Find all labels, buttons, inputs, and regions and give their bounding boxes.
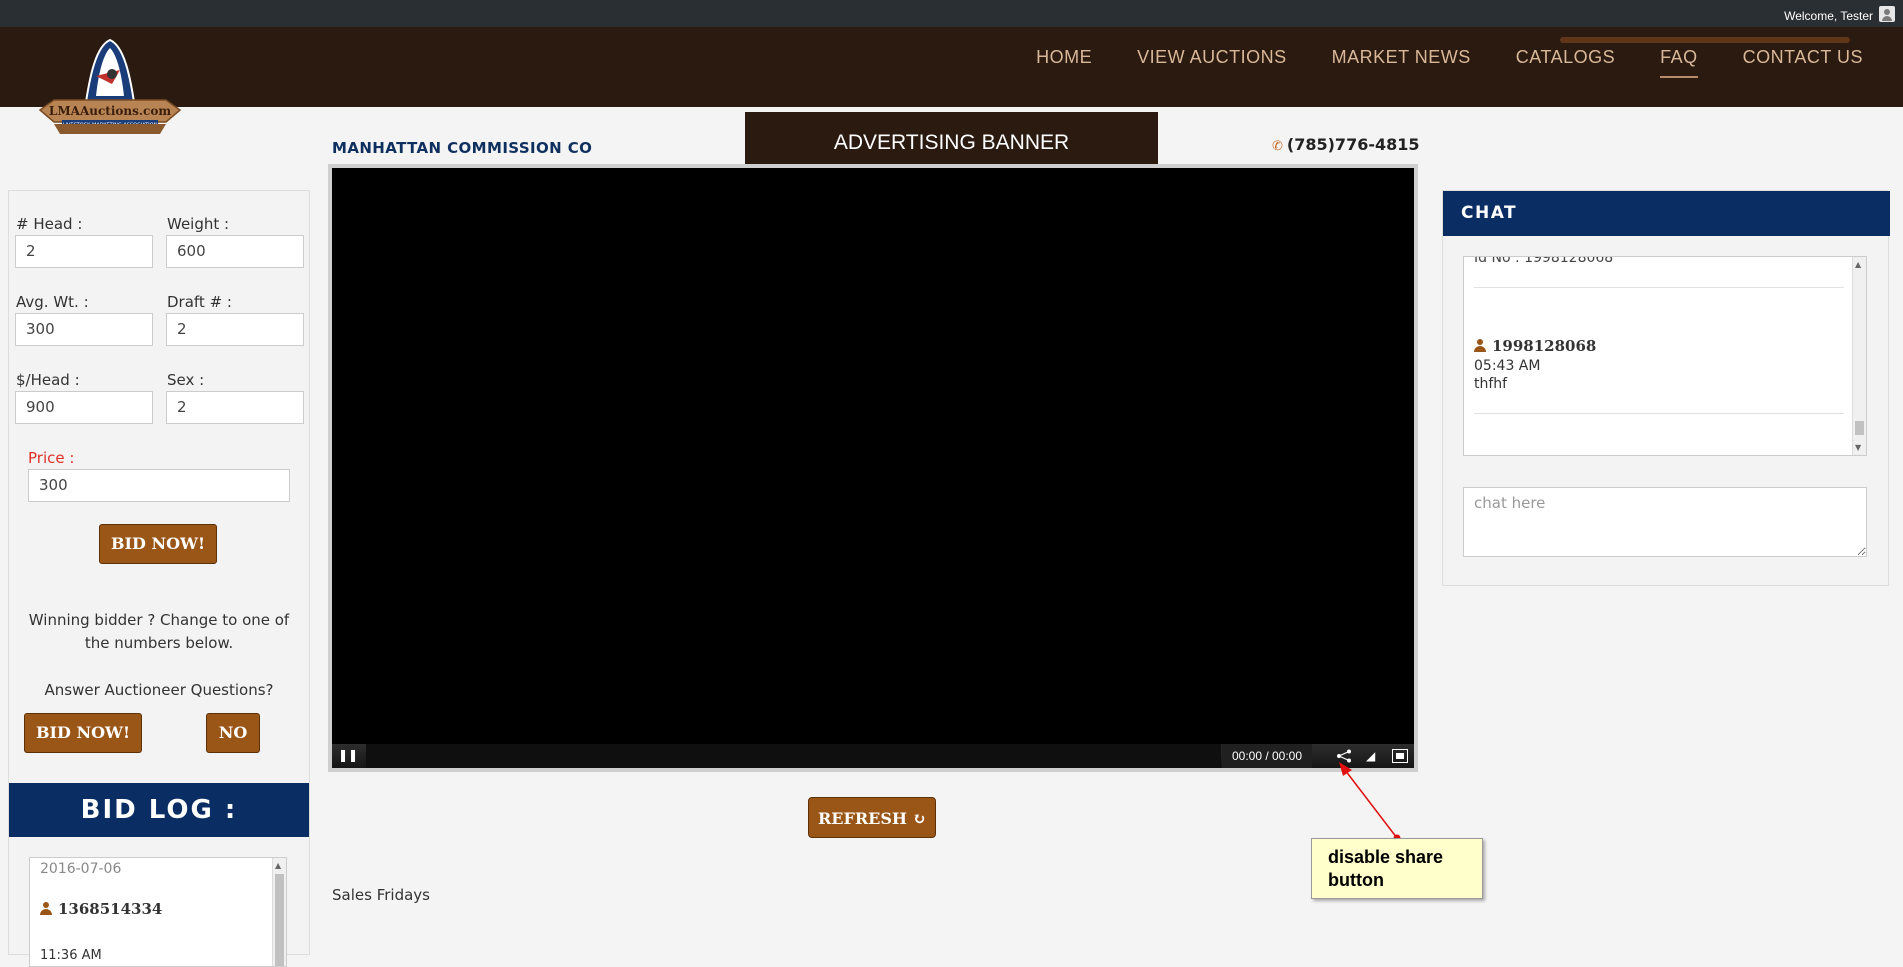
progress-track[interactable]: [366, 744, 1221, 768]
chat-scrollbar[interactable]: ▲ ▼: [1852, 257, 1866, 455]
avg-weight-label: Avg. Wt. :: [16, 293, 89, 311]
chat-cut-line: Id No : 1998128068: [1474, 256, 1614, 266]
nav-home[interactable]: HOME: [1036, 47, 1092, 78]
phone-icon: ✆: [1272, 139, 1283, 154]
avg-weight-input[interactable]: 300: [15, 313, 153, 346]
head-input[interactable]: 2: [15, 235, 153, 268]
refresh-icon: ↻: [912, 809, 926, 828]
nav-market-news[interactable]: MARKET NEWS: [1332, 47, 1471, 78]
chat-header: CHAT: [1443, 191, 1890, 236]
bid-log-date: 2016-07-06: [40, 861, 122, 877]
user-icon: [1474, 339, 1486, 352]
auctioneer-questions-note: Answer Auctioneer Questions?: [44, 681, 274, 699]
chat-message-time: 05:43 AM: [1474, 358, 1541, 374]
nav-faq[interactable]: FAQ: [1660, 47, 1698, 78]
no-button[interactable]: NO: [206, 713, 260, 753]
top-bar: Welcome, Tester: [0, 0, 1903, 27]
winning-bidder-note: Winning bidder ? Change to one of the nu…: [28, 611, 290, 652]
yes-bid-now-button[interactable]: BID NOW!: [24, 713, 142, 753]
refresh-label: REFRESH: [818, 809, 908, 828]
bid-log-header: BID LOG :: [9, 783, 309, 837]
annotation-callout: disable share button: [1311, 838, 1483, 899]
refresh-button[interactable]: REFRESH ↻: [808, 797, 936, 838]
nav-catalogs[interactable]: CATALOGS: [1516, 47, 1615, 78]
phone-number: ✆ (785)776-4815: [1272, 135, 1420, 154]
bid-log-time: 11:36 AM: [40, 948, 102, 963]
list-item: 1368514334: [40, 900, 162, 918]
lma-logo[interactable]: LMAAuctions.com LIVESTOCK MARKETING ASSO…: [34, 36, 186, 140]
site-header: HOME VIEW AUCTIONS MARKET NEWS CATALOGS …: [0, 27, 1903, 107]
welcome-text: Welcome, Tester: [1784, 9, 1873, 23]
nav-view-auctions[interactable]: VIEW AUCTIONS: [1137, 47, 1287, 78]
chat-message-user: 1998128068: [1474, 337, 1596, 355]
price-input[interactable]: 300: [28, 469, 290, 502]
sex-label: Sex :: [167, 371, 205, 389]
chat-message-text: thfhf: [1474, 376, 1508, 392]
nav-contact-us[interactable]: CONTACT US: [1743, 47, 1863, 78]
bid-log-list[interactable]: 2016-07-06 1368514334 11:36 AM ▲: [29, 857, 287, 967]
chat-input[interactable]: [1463, 487, 1867, 557]
draft-label: Draft # :: [167, 293, 232, 311]
header-ghost-text: [1560, 37, 1850, 43]
main-nav: HOME VIEW AUCTIONS MARKET NEWS CATALOGS …: [1036, 47, 1863, 78]
chat-log[interactable]: Id No : 1998128068 1998128068 05:43 AM t…: [1463, 256, 1867, 456]
sales-note: Sales Fridays: [332, 886, 430, 904]
chat-panel: CHAT Id No : 1998128068 1998128068 05:43…: [1442, 190, 1890, 586]
bid-panel: # Head : 2 Weight : 600 Avg. Wt. : 300 D…: [8, 190, 310, 967]
bid-now-button[interactable]: BID NOW!: [99, 524, 217, 564]
phone-text: (785)776-4815: [1286, 135, 1420, 154]
company-name: MANHATTAN COMMISSION CO: [332, 139, 593, 157]
head-label: # Head :: [16, 215, 83, 233]
video-player[interactable]: ❚❚ 00:00 / 00:00 ◢: [328, 164, 1418, 772]
sex-input[interactable]: 2: [166, 391, 304, 424]
player-controls: ❚❚ 00:00 / 00:00 ◢: [332, 744, 1414, 768]
bid-log-scrollbar[interactable]: ▲: [272, 858, 286, 966]
advertising-banner[interactable]: ADVERTISING BANNER: [745, 112, 1158, 166]
price-label: Price :: [28, 449, 75, 467]
weight-label: Weight :: [167, 215, 230, 233]
per-head-label: $/Head :: [16, 371, 80, 389]
user-icon[interactable]: [1879, 6, 1895, 22]
annotation-arrow: [1339, 762, 1401, 842]
weight-input[interactable]: 600: [166, 235, 304, 268]
draft-input[interactable]: 2: [166, 313, 304, 346]
user-icon: [40, 902, 52, 915]
pause-icon[interactable]: ❚❚: [338, 748, 358, 764]
svg-text:LMAAuctions.com: LMAAuctions.com: [49, 104, 171, 118]
per-head-input[interactable]: 900: [15, 391, 153, 424]
time-display: 00:00 / 00:00: [1222, 744, 1312, 768]
